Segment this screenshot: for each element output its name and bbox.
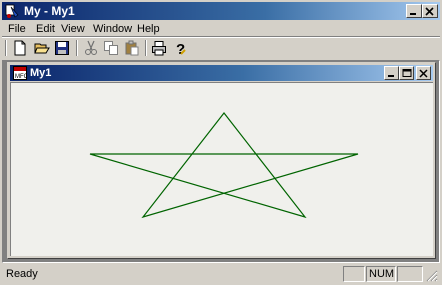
menu-bar: File Edit View Window Help [2,21,440,37]
toolbar: ? [2,38,440,58]
document-title-bar[interactable]: MFC My1 [10,65,433,81]
cut-icon[interactable] [82,39,100,57]
toolbar-grip [5,40,7,56]
star-drawing [89,112,359,219]
help-icon[interactable]: ? [171,39,189,57]
minimize-button[interactable] [406,4,422,18]
new-icon[interactable] [11,39,29,57]
status-pane-caps [343,266,365,282]
status-pane-scroll [397,266,423,282]
menu-file[interactable]: File [8,22,26,36]
status-pane-num: NUM [366,266,396,282]
window-title: My - My1 [24,4,75,18]
svg-text:MFC: MFC [15,74,27,80]
copy-icon[interactable] [102,39,120,57]
toolbar-separator-2 [145,40,147,56]
document-close-button[interactable] [416,66,431,80]
star-shape [89,112,359,219]
document-window: MFC My1 [7,62,436,259]
size-grip-icon[interactable] [426,270,438,282]
status-text: Ready [6,268,38,280]
app-icon[interactable] [5,3,21,19]
document-icon[interactable]: MFC [13,66,29,80]
menu-view[interactable]: View [61,22,85,36]
svg-text:?: ? [176,41,185,56]
paste-icon[interactable] [123,39,141,57]
menu-edit[interactable]: Edit [36,22,55,36]
document-minimize-button[interactable] [384,66,399,80]
document-title: My1 [30,67,52,79]
open-icon[interactable] [33,39,51,57]
menu-help[interactable]: Help [137,22,160,36]
print-icon[interactable] [150,39,168,57]
main-window: My - My1 File Edit View Window Help ? MF… [0,0,442,285]
toolbar-separator [76,40,78,56]
drawing-canvas[interactable] [10,82,433,256]
menu-window[interactable]: Window [93,22,132,36]
document-maximize-button[interactable] [399,66,414,80]
close-button[interactable] [422,4,438,18]
save-icon[interactable] [53,39,71,57]
status-bar: Ready NUM [2,265,440,283]
num-indicator: NUM [369,268,395,280]
title-bar[interactable]: My - My1 [2,2,440,20]
